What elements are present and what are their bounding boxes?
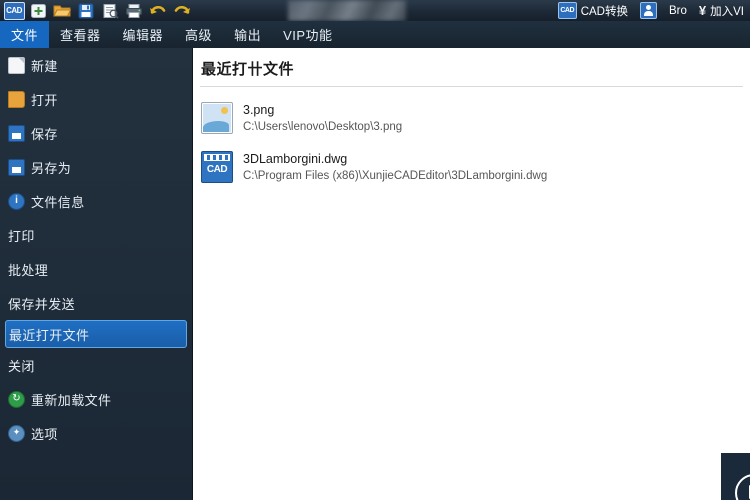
tab-advanced-label: 高级	[185, 28, 213, 43]
file-path: C:\Users\lenovo\Desktop\3.png	[243, 121, 403, 133]
new-file-button[interactable]	[27, 1, 49, 20]
tab-editor-label: 编辑器	[122, 28, 164, 43]
sidebar-item-close-label: 关闭	[8, 358, 35, 374]
cad-convert-label: CAD转换	[580, 5, 628, 18]
sidebar-item-close[interactable]: 关闭	[0, 348, 192, 382]
account-name-label: Bro	[668, 4, 687, 17]
file-name: 3.png	[243, 103, 275, 117]
sidebar-item-batch[interactable]: 批处理	[0, 252, 192, 286]
sidebar-item-file-info[interactable]: i 文件信息	[0, 184, 192, 218]
sidebar-item-save-as-label: 另存为	[31, 160, 72, 176]
open-folder-button[interactable]	[51, 1, 73, 20]
cad-convert-button[interactable]: CAD CAD转换	[552, 0, 634, 21]
cad-file-icon: CAD	[201, 151, 233, 183]
tab-advanced[interactable]: 高级	[174, 21, 223, 48]
tab-file[interactable]: 文件	[0, 21, 50, 48]
undo-arrow-icon	[150, 5, 166, 14]
sidebar-item-file-info-label: 文件信息	[31, 194, 85, 210]
top-toolbar: CAD CAD CAD转换 Bro ¥ 加入VI	[0, 0, 750, 21]
yen-icon: ¥	[698, 3, 707, 18]
save-button[interactable]	[75, 1, 97, 20]
list-item[interactable]: CAD 3DLamborgini.dwg C:\Program Files (x…	[200, 147, 745, 187]
sidebar-item-save-and-send-label: 保存并发送	[8, 296, 76, 312]
redo-arrow-icon	[174, 5, 190, 14]
cad-convert-icon: CAD	[557, 2, 577, 19]
tab-vip-features[interactable]: VIP功能	[272, 21, 343, 48]
sidebar-item-recent-files-label: 最近打开文件	[9, 327, 90, 343]
sidebar-item-new[interactable]: 新建	[0, 48, 192, 82]
undo-button[interactable]	[147, 1, 169, 20]
sidebar-item-batch-label: 批处理	[8, 262, 49, 278]
printer-icon	[126, 3, 142, 18]
recent-files-list: 3.png C:\Users\lenovo\Desktop\3.png CAD …	[200, 98, 745, 196]
file-meta: 3.png C:\Users\lenovo\Desktop\3.png	[243, 103, 402, 133]
cad-editor-window: CAD CAD CAD转换 Bro ¥ 加入VI 文件 查看器 编辑器 高级 输…	[0, 0, 750, 500]
play-circle-icon	[735, 474, 750, 500]
folder-open-icon	[8, 90, 25, 108]
file-path: C:\Program Files (x86)\XunjieCADEditor\3…	[243, 170, 548, 182]
print-preview-icon	[103, 3, 119, 19]
tab-file-label: 文件	[11, 28, 39, 43]
floppy-save-as-icon	[8, 158, 25, 176]
new-document-icon	[8, 56, 25, 74]
image-file-icon	[201, 102, 233, 134]
app-logo: CAD	[3, 1, 25, 20]
tab-viewer[interactable]: 查看器	[49, 21, 112, 48]
join-vip-button[interactable]: ¥ 加入VI	[693, 0, 750, 21]
menu-tab-bar: 文件 查看器 编辑器 高级 输出 VIP功能	[0, 21, 750, 48]
cad-logo-icon: CAD	[3, 1, 25, 20]
title-divider	[200, 86, 743, 87]
file-name: 3DLamborgini.dwg	[243, 152, 348, 166]
cad-icon-titlebar	[204, 154, 230, 161]
tab-output-label: 输出	[234, 28, 262, 43]
folder-open-icon	[53, 5, 71, 17]
tab-output[interactable]: 输出	[223, 21, 272, 48]
list-item[interactable]: 3.png C:\Users\lenovo\Desktop\3.png	[200, 98, 745, 138]
sidebar-item-reload-label: 重新加载文件	[31, 392, 112, 408]
watermark-overlay: 溜溜自学 ZIXUE.3D66.COM	[721, 453, 750, 500]
sidebar-item-new-label: 新建	[31, 58, 58, 74]
toolbar-right-group: CAD CAD转换 Bro ¥ 加入VI	[552, 0, 750, 21]
sidebar-item-save-as[interactable]: 另存为	[0, 150, 192, 184]
tab-viewer-label: 查看器	[60, 28, 101, 43]
recent-files-panel: 最近打卄文件 3.png C:\Users\lenovo\Desktop\3.p…	[193, 48, 750, 500]
toolbar-button-group: CAD	[0, 1, 194, 20]
tab-editor[interactable]: 编辑器	[112, 21, 175, 48]
new-file-icon	[30, 3, 46, 18]
sidebar-item-save-label: 保存	[31, 126, 58, 142]
sidebar-item-reload[interactable]: ↻ 重新加载文件	[0, 382, 192, 416]
file-meta: 3DLamborgini.dwg C:\Program Files (x86)\…	[243, 152, 547, 182]
sidebar-item-options-label: 选项	[31, 426, 58, 442]
page-title: 最近打卄文件	[201, 61, 295, 78]
print-button[interactable]	[123, 1, 145, 20]
sidebar-item-print[interactable]: 打印	[0, 218, 192, 252]
blurred-region	[288, 0, 406, 21]
sidebar-item-open[interactable]: 打开	[0, 82, 192, 116]
account-button[interactable]	[634, 0, 663, 21]
reload-circle-icon: ↻	[8, 390, 25, 408]
sidebar-item-recent-files[interactable]: 最近打开文件	[5, 320, 187, 348]
print-preview-button[interactable]	[99, 1, 121, 20]
options-gear-icon: ✦	[8, 424, 25, 442]
file-menu-sidebar: 新建 打开 保存 另存为 i 文件信息 打印 批处理 保存并发送 最近打开文件 …	[0, 48, 193, 500]
tab-vip-features-label: VIP功能	[283, 28, 333, 43]
sidebar-item-save[interactable]: 保存	[0, 116, 192, 150]
sidebar-item-print-label: 打印	[8, 228, 35, 244]
floppy-save-icon	[78, 3, 94, 18]
sidebar-item-options[interactable]: ✦ 选项	[0, 416, 192, 450]
floppy-save-icon	[8, 124, 25, 142]
sidebar-item-open-label: 打开	[31, 92, 58, 108]
user-account-icon	[639, 2, 657, 19]
cad-icon-label: CAD	[206, 164, 228, 175]
redo-button[interactable]	[171, 1, 193, 20]
join-vip-label: 加入VI	[710, 5, 744, 18]
sidebar-item-save-and-send[interactable]: 保存并发送	[0, 286, 192, 320]
account-name[interactable]: Bro	[663, 0, 693, 21]
info-circle-icon: i	[8, 192, 25, 210]
